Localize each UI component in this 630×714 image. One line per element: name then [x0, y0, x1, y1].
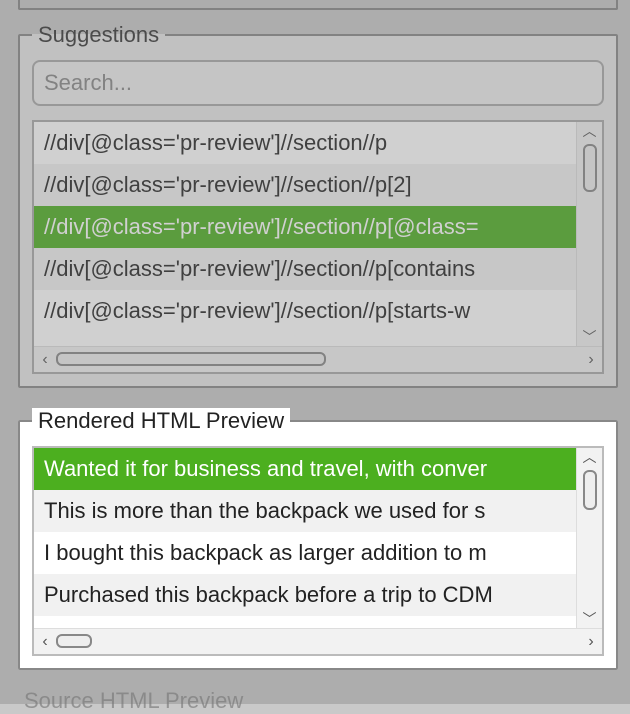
list-item[interactable]: //div[@class='pr-review']//section//p[@c… [34, 206, 602, 248]
scroll-up-icon[interactable]: ︿ [583, 448, 597, 466]
list-item[interactable]: //div[@class='pr-review']//section//p[co… [34, 248, 602, 290]
suggestions-panel: Suggestions //div[@class='pr-review']//s… [18, 22, 618, 388]
list-item[interactable]: //div[@class='pr-review']//section//p[2] [34, 164, 602, 206]
search-input[interactable] [32, 60, 604, 106]
rendered-preview-legend: Rendered HTML Preview [32, 408, 290, 434]
list-item[interactable]: Wanted it for business and travel, with … [34, 448, 602, 490]
scroll-down-icon[interactable]: ﹀ [583, 328, 597, 346]
scroll-right-icon[interactable]: › [580, 351, 602, 369]
scroll-left-icon[interactable]: ‹ [34, 351, 56, 369]
list-item[interactable]: Purchased this backpack before a trip to… [34, 574, 602, 616]
scroll-left-icon[interactable]: ‹ [34, 633, 56, 651]
preview-horizontal-scrollbar[interactable]: ‹ › [34, 628, 602, 654]
suggestions-legend: Suggestions [32, 22, 165, 48]
preview-vertical-scrollbar[interactable]: ︿ ﹀ [576, 448, 602, 628]
scroll-up-icon[interactable]: ︿ [583, 122, 597, 140]
source-preview-legend-partial: Source HTML Preview [18, 682, 618, 714]
scroll-down-icon[interactable]: ﹀ [583, 610, 597, 628]
scroll-thumb-vertical[interactable] [583, 144, 597, 192]
suggestions-vertical-scrollbar[interactable]: ︿ ﹀ [576, 122, 602, 346]
scroll-right-icon[interactable]: › [580, 633, 602, 651]
suggestions-horizontal-scrollbar[interactable]: ‹ › [34, 346, 602, 372]
scroll-thumb-vertical[interactable] [583, 470, 597, 510]
suggestions-listbox[interactable]: //div[@class='pr-review']//section//p//d… [32, 120, 604, 374]
list-item[interactable]: This is more than the backpack we used f… [34, 490, 602, 532]
rendered-preview-listbox[interactable]: Wanted it for business and travel, with … [32, 446, 604, 656]
scroll-thumb-horizontal[interactable] [56, 634, 92, 648]
list-item[interactable]: //div[@class='pr-review']//section//p[st… [34, 290, 602, 332]
rendered-html-preview-panel: Rendered HTML Preview Wanted it for busi… [18, 408, 618, 670]
scroll-thumb-horizontal[interactable] [56, 352, 326, 366]
previous-panel-bottom-edge [18, 0, 618, 10]
list-item[interactable]: //div[@class='pr-review']//section//p [34, 122, 602, 164]
list-item[interactable]: I bought this backpack as larger additio… [34, 532, 602, 574]
